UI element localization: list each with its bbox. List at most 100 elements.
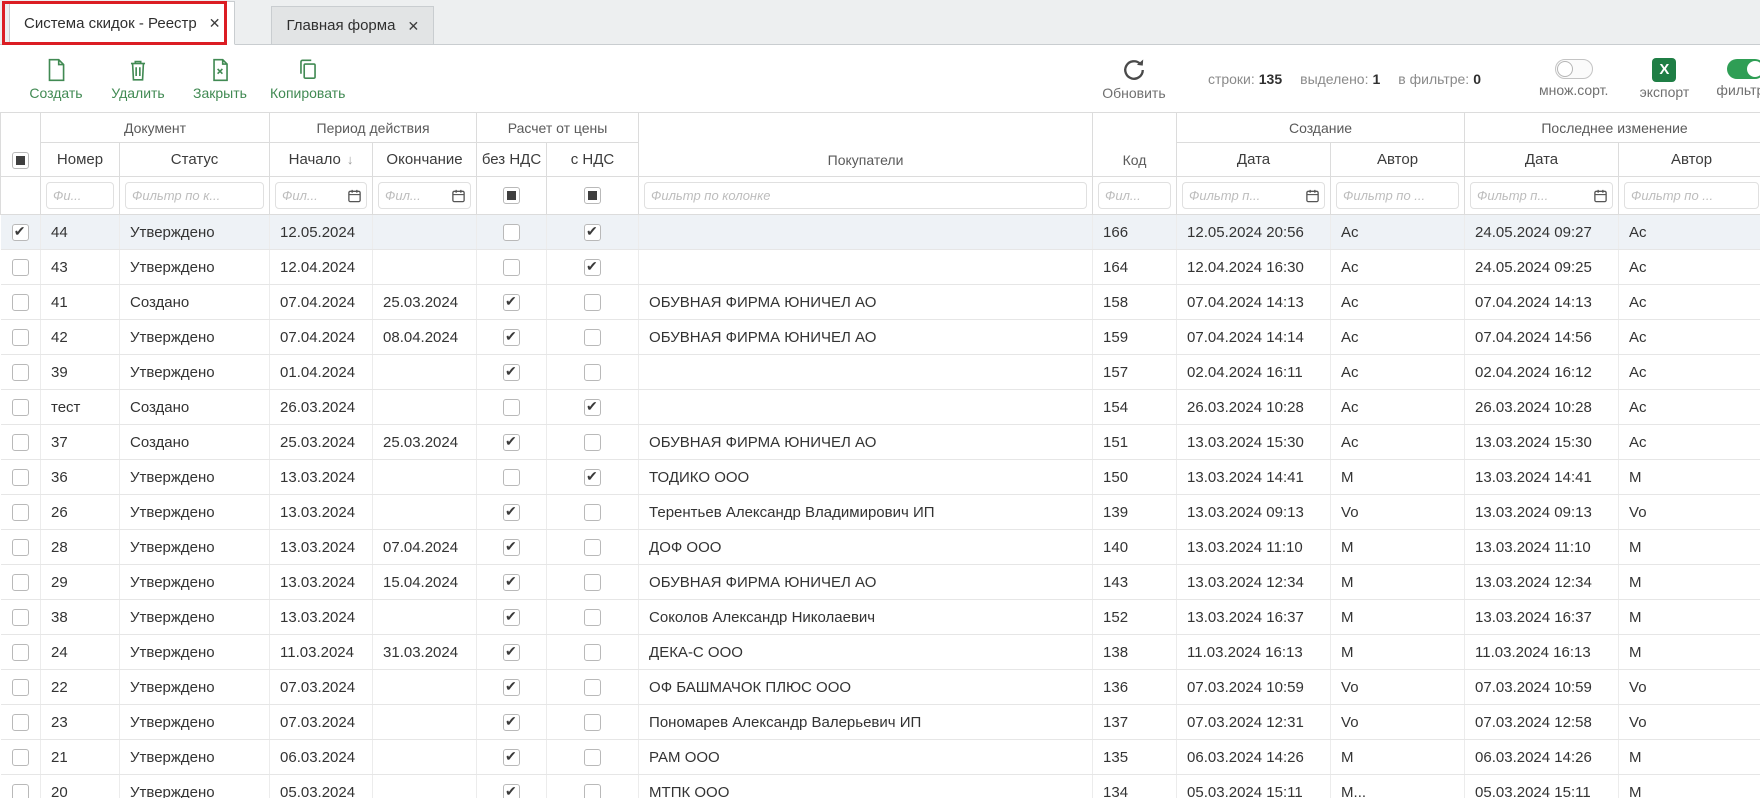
vat-checkbox[interactable] (584, 504, 601, 521)
filter-status-input[interactable] (125, 182, 264, 209)
row-checkbox[interactable] (12, 399, 29, 416)
refresh-button[interactable]: Обновить (1102, 56, 1166, 101)
table-row[interactable]: 20 Утверждено 05.03.2024 МТПК ООО 134 05… (1, 775, 1760, 798)
table-row[interactable]: 44 Утверждено 12.05.2024 166 12.05.2024 … (1, 215, 1760, 250)
table-row[interactable]: 38 Утверждено 13.03.2024 Соколов Алексан… (1, 600, 1760, 635)
table-row[interactable]: 29 Утверждено 13.03.2024 15.04.2024 ОБУВ… (1, 565, 1760, 600)
no-vat-checkbox[interactable] (503, 294, 520, 311)
column-header-no-vat[interactable]: без НДС (477, 143, 547, 177)
row-checkbox[interactable] (12, 644, 29, 661)
no-vat-checkbox[interactable] (503, 329, 520, 346)
vat-checkbox[interactable] (584, 469, 601, 486)
calendar-icon[interactable] (451, 188, 466, 203)
column-header-vat[interactable]: с НДС (547, 143, 639, 177)
column-header-created-author[interactable]: Автор (1331, 143, 1465, 177)
column-header-status[interactable]: Статус (120, 143, 270, 177)
filter-created-author-input[interactable] (1336, 182, 1459, 209)
close-document-button[interactable]: Закрыть (188, 56, 252, 101)
filter-modified-date-input[interactable] (1470, 182, 1613, 209)
vat-checkbox[interactable] (584, 609, 601, 626)
table-row[interactable]: 24 Утверждено 11.03.2024 31.03.2024 ДЕКА… (1, 635, 1760, 670)
row-checkbox[interactable] (12, 749, 29, 766)
no-vat-checkbox[interactable] (503, 749, 520, 766)
no-vat-checkbox[interactable] (503, 539, 520, 556)
row-checkbox[interactable] (12, 224, 29, 241)
table-row[interactable]: 21 Утверждено 06.03.2024 РАМ ООО 135 06.… (1, 740, 1760, 775)
column-header-code[interactable]: Код (1093, 113, 1177, 177)
vat-checkbox[interactable] (584, 644, 601, 661)
filter-created-date-input[interactable] (1182, 182, 1325, 209)
vat-checkbox[interactable] (584, 784, 601, 798)
no-vat-checkbox[interactable] (503, 224, 520, 241)
column-header-end[interactable]: Окончание (373, 143, 477, 177)
calendar-icon[interactable] (347, 188, 362, 203)
table-row[interactable]: 41 Создано 07.04.2024 25.03.2024 ОБУВНАЯ… (1, 285, 1760, 320)
column-header-modified-date[interactable]: Дата (1465, 143, 1619, 177)
row-checkbox[interactable] (12, 259, 29, 276)
no-vat-checkbox[interactable] (503, 469, 520, 486)
row-checkbox[interactable] (12, 469, 29, 486)
toggle-on-icon[interactable] (1727, 59, 1760, 79)
column-header-created-date[interactable]: Дата (1177, 143, 1331, 177)
vat-checkbox[interactable] (584, 679, 601, 696)
row-checkbox[interactable] (12, 679, 29, 696)
no-vat-checkbox[interactable] (503, 399, 520, 416)
table-row[interactable]: 22 Утверждено 07.03.2024 ОФ БАШМАЧОК ПЛЮ… (1, 670, 1760, 705)
no-vat-checkbox[interactable] (503, 714, 520, 731)
tab-discount-registry[interactable]: Система скидок - Реестр ✕ (9, 1, 235, 45)
vat-checkbox[interactable] (584, 294, 601, 311)
row-checkbox[interactable] (12, 364, 29, 381)
table-row[interactable]: 39 Утверждено 01.04.2024 157 02.04.2024 … (1, 355, 1760, 390)
vat-checkbox[interactable] (584, 329, 601, 346)
column-header-start[interactable]: Начало↓ (270, 143, 373, 177)
no-vat-checkbox[interactable] (503, 679, 520, 696)
calendar-icon[interactable] (1593, 188, 1608, 203)
row-checkbox[interactable] (12, 574, 29, 591)
no-vat-checkbox[interactable] (503, 259, 520, 276)
filter-buyers-input[interactable] (644, 182, 1087, 209)
row-checkbox[interactable] (12, 504, 29, 521)
create-button[interactable]: Создать (24, 56, 88, 101)
vat-checkbox[interactable] (584, 259, 601, 276)
table-row[interactable]: тест Создано 26.03.2024 154 26.03.2024 1… (1, 390, 1760, 425)
tab-main-form[interactable]: Главная форма ✕ (271, 6, 434, 44)
no-vat-checkbox[interactable] (503, 504, 520, 521)
no-vat-checkbox[interactable] (503, 644, 520, 661)
table-row[interactable]: 37 Создано 25.03.2024 25.03.2024 ОБУВНАЯ… (1, 425, 1760, 460)
export-button[interactable]: X экспорт (1636, 58, 1692, 100)
close-icon[interactable]: ✕ (209, 16, 221, 30)
vat-checkbox[interactable] (584, 399, 601, 416)
vat-checkbox[interactable] (584, 224, 601, 241)
filter-toggle[interactable]: фильтр... (1716, 59, 1760, 98)
vat-checkbox[interactable] (584, 574, 601, 591)
row-checkbox[interactable] (12, 294, 29, 311)
filter-vat-checkbox[interactable] (584, 187, 601, 204)
row-checkbox[interactable] (12, 784, 29, 798)
filter-number-input[interactable] (46, 182, 114, 209)
table-row[interactable]: 26 Утверждено 13.03.2024 Терентьев Алекс… (1, 495, 1760, 530)
table-row[interactable]: 36 Утверждено 13.03.2024 ТОДИКО ООО 150 … (1, 460, 1760, 495)
row-checkbox[interactable] (12, 329, 29, 346)
filter-modified-author-input[interactable] (1624, 182, 1759, 209)
row-checkbox[interactable] (12, 539, 29, 556)
filter-no-vat-checkbox[interactable] (503, 187, 520, 204)
multisort-toggle[interactable]: множ.сорт. (1539, 59, 1608, 98)
no-vat-checkbox[interactable] (503, 364, 520, 381)
table-row[interactable]: 23 Утверждено 07.03.2024 Пономарев Алекс… (1, 705, 1760, 740)
filter-code-input[interactable] (1098, 182, 1171, 209)
column-header-buyers[interactable]: Покупатели (639, 113, 1093, 177)
row-checkbox[interactable] (12, 609, 29, 626)
vat-checkbox[interactable] (584, 714, 601, 731)
table-row[interactable]: 28 Утверждено 13.03.2024 07.04.2024 ДОФ … (1, 530, 1760, 565)
vat-checkbox[interactable] (584, 364, 601, 381)
no-vat-checkbox[interactable] (503, 784, 520, 798)
close-icon[interactable]: ✕ (407, 19, 419, 33)
no-vat-checkbox[interactable] (503, 434, 520, 451)
delete-button[interactable]: Удалить (106, 56, 170, 101)
column-header-number[interactable]: Номер (41, 143, 120, 177)
table-row[interactable]: 42 Утверждено 07.04.2024 08.04.2024 ОБУВ… (1, 320, 1760, 355)
row-checkbox[interactable] (12, 434, 29, 451)
vat-checkbox[interactable] (584, 434, 601, 451)
no-vat-checkbox[interactable] (503, 609, 520, 626)
row-checkbox[interactable] (12, 714, 29, 731)
